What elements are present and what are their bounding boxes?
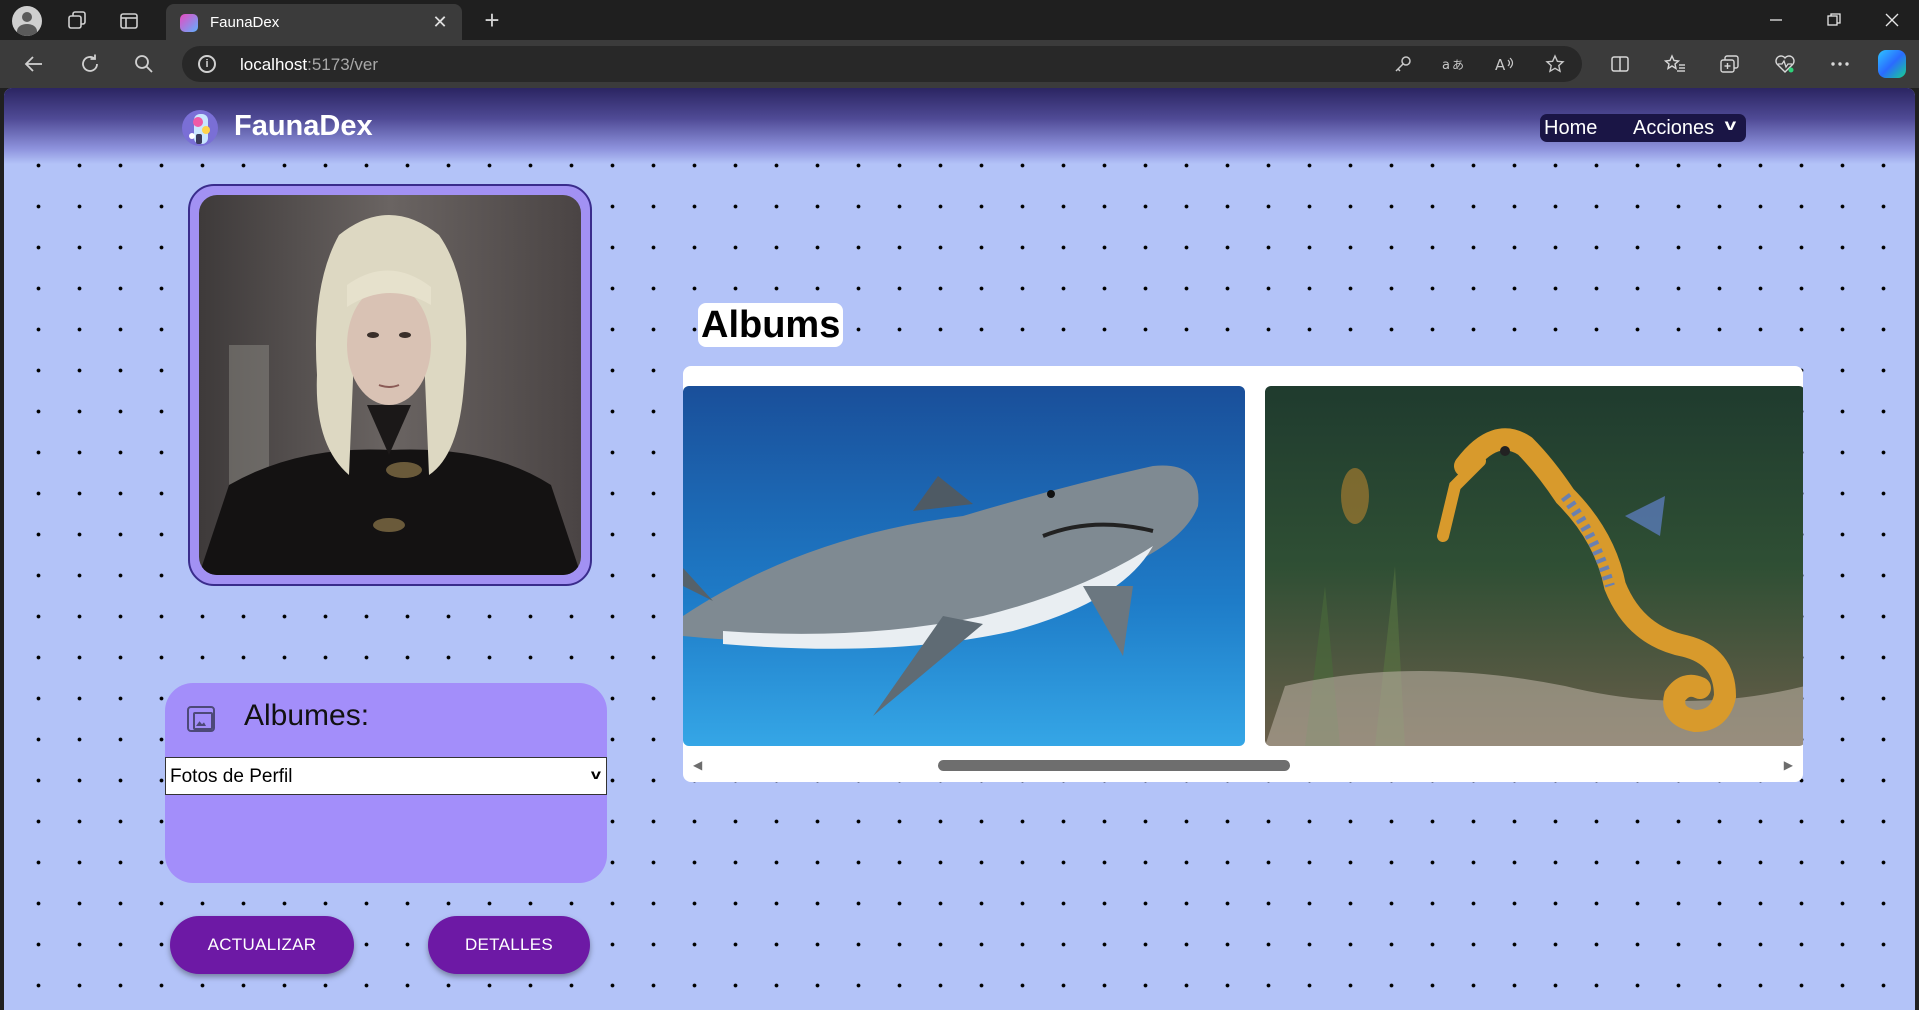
tab-favicon-icon xyxy=(180,14,198,32)
page-content: FaunaDex Home Acciones v Albumes: Fotos … xyxy=(4,88,1915,1010)
collections-icon[interactable] xyxy=(1714,48,1746,80)
more-icon[interactable] xyxy=(1824,48,1856,80)
nav-home-link[interactable]: Home xyxy=(1544,117,1597,140)
address-bar-row: i localhost:5173/ver aあ A xyxy=(0,40,1919,88)
copilot-icon[interactable] xyxy=(1878,50,1906,78)
site-header: FaunaDex Home Acciones v xyxy=(4,88,1915,164)
brand-name[interactable]: FaunaDex xyxy=(234,110,373,143)
favorites-icon[interactable] xyxy=(1659,48,1691,80)
site-info-icon[interactable]: i xyxy=(198,55,216,73)
key-icon[interactable] xyxy=(1390,52,1416,76)
nav-acciones-dropdown[interactable]: Acciones xyxy=(1633,117,1714,140)
search-icon[interactable] xyxy=(128,48,160,80)
albums-heading: Albums xyxy=(698,303,844,347)
tab-title: FaunaDex xyxy=(210,14,280,31)
browser-tab-faunadex[interactable]: FaunaDex ✕ xyxy=(166,4,462,40)
chevron-down-icon[interactable]: v xyxy=(1725,117,1737,135)
url-text: localhost:5173/ver xyxy=(240,55,378,75)
album-select[interactable]: Fotos de Perfil v xyxy=(165,757,607,795)
read-aloud-icon[interactable]: A xyxy=(1492,52,1518,76)
minimize-icon[interactable] xyxy=(1756,4,1796,36)
update-button[interactable]: ACTUALIZAR xyxy=(170,916,354,974)
album-select-value: Fotos de Perfil xyxy=(170,766,293,787)
albums-label: Albumes: xyxy=(244,699,370,732)
translate-icon[interactable]: aあ xyxy=(1440,52,1466,76)
chevron-down-icon: v xyxy=(591,766,602,782)
url-field[interactable]: i localhost:5173/ver aあ A xyxy=(182,46,1582,82)
faunadex-logo-icon[interactable] xyxy=(180,108,220,150)
profile-icon[interactable] xyxy=(12,6,42,36)
restore-icon[interactable] xyxy=(1814,4,1854,36)
photo-album-icon xyxy=(187,706,215,732)
profile-photo-frame xyxy=(188,184,592,586)
album-carousel[interactable]: ◀ ▶ xyxy=(683,366,1803,782)
favorite-star-icon[interactable] xyxy=(1542,52,1568,76)
svg-text:A: A xyxy=(1495,56,1506,73)
tab-actions-icon[interactable] xyxy=(114,6,144,36)
scroll-right-arrow-icon[interactable]: ▶ xyxy=(1784,758,1793,772)
album-image-shark[interactable] xyxy=(683,386,1245,746)
svg-text:あ: あ xyxy=(1452,58,1464,72)
details-button[interactable]: DETALLES xyxy=(428,916,590,974)
svg-text:a: a xyxy=(1442,58,1450,73)
albums-panel: Albumes: Fotos de Perfil v xyxy=(165,683,607,883)
close-window-icon[interactable] xyxy=(1872,4,1912,36)
album-image-seahorse[interactable] xyxy=(1265,386,1803,746)
close-tab-icon[interactable]: ✕ xyxy=(428,10,452,34)
profile-photo xyxy=(199,195,581,575)
new-tab-button[interactable]: + xyxy=(478,4,506,36)
back-icon[interactable] xyxy=(18,48,50,80)
scroll-left-arrow-icon[interactable]: ◀ xyxy=(693,758,702,772)
horizontal-scrollbar-thumb[interactable] xyxy=(938,760,1290,771)
workspaces-icon[interactable] xyxy=(62,6,92,36)
url-host: localhost xyxy=(240,55,308,74)
url-path: :5173/ver xyxy=(307,55,378,74)
main-nav: Home Acciones v xyxy=(1540,114,1746,142)
split-screen-icon[interactable] xyxy=(1604,48,1636,80)
browser-tab-bar: FaunaDex ✕ + xyxy=(0,0,1919,40)
health-icon[interactable] xyxy=(1769,48,1801,80)
refresh-icon[interactable] xyxy=(74,48,106,80)
